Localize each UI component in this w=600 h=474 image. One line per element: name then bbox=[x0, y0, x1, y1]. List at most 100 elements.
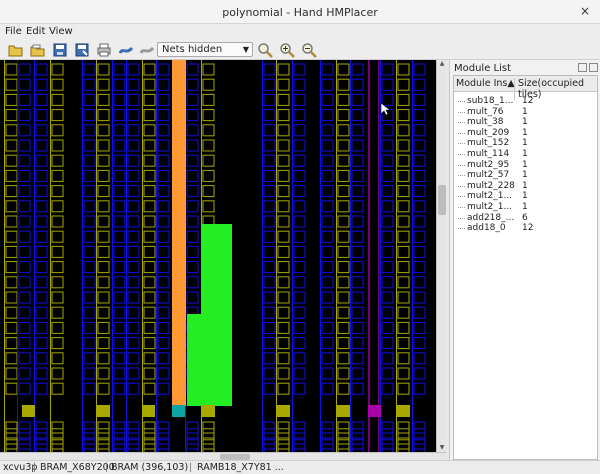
nets-select-value: Nets hidden bbox=[162, 44, 223, 55]
green-module-block bbox=[202, 224, 232, 406]
module-row[interactable]: mult2_1... 1 bbox=[454, 191, 597, 202]
menu-edit[interactable]: Edit bbox=[26, 26, 45, 37]
menu-file[interactable]: File bbox=[5, 26, 22, 37]
dsp-tile bbox=[172, 405, 185, 417]
module-row[interactable]: mult_38 1 bbox=[454, 117, 597, 128]
tree-line bbox=[458, 207, 465, 208]
chevron-down-icon: ▼ bbox=[242, 45, 249, 54]
module-table[interactable]: Module Ins▲ Size(occupied tiles) sub18_1… bbox=[453, 75, 598, 460]
vertical-scroll-thumb[interactable] bbox=[438, 185, 446, 215]
tree-line bbox=[458, 122, 465, 124]
window-title: polynomial - Hand HMPlacer bbox=[222, 6, 378, 19]
module-size: 1 bbox=[522, 127, 528, 138]
module-size: 12 bbox=[522, 223, 534, 234]
module-row[interactable]: mult_114 1 bbox=[454, 149, 597, 160]
tree-line bbox=[458, 111, 465, 113]
window-titlebar: polynomial - Hand HMPlacer × bbox=[0, 0, 600, 24]
zoom-out-icon[interactable] bbox=[301, 42, 317, 58]
float-panel-icon[interactable] bbox=[578, 63, 587, 72]
module-size: 1 bbox=[522, 106, 528, 117]
menu-view[interactable]: View bbox=[49, 26, 73, 37]
module-row[interactable]: mult2_228 1 bbox=[454, 181, 597, 192]
module-name: mult2_228 bbox=[467, 180, 515, 191]
dsp-tile bbox=[22, 405, 35, 417]
status-bar: xcvu3p | BRAM_X68Y200 | BRAM (396,103) |… bbox=[0, 460, 600, 474]
open-folder-icon[interactable] bbox=[8, 42, 24, 58]
close-icon[interactable]: × bbox=[578, 4, 592, 18]
tree-line bbox=[458, 228, 465, 230]
tree-line bbox=[458, 132, 465, 134]
module-row[interactable]: mult2_95 1 bbox=[454, 160, 597, 171]
module-row[interactable]: mult_209 1 bbox=[454, 128, 597, 139]
module-size: 1 bbox=[522, 138, 528, 149]
tree-line bbox=[458, 175, 465, 177]
tree-line bbox=[458, 154, 465, 155]
module-row[interactable]: add218_... 6 bbox=[454, 213, 597, 224]
module-row[interactable]: mult2_1... 1 bbox=[454, 202, 597, 213]
module-list-title: Module List bbox=[454, 63, 512, 74]
dsp-tile bbox=[277, 405, 290, 417]
status-separator: | bbox=[33, 462, 37, 473]
save-as-icon[interactable] bbox=[74, 42, 90, 58]
open-file-icon[interactable] bbox=[30, 42, 46, 58]
horizontal-scrollbar[interactable] bbox=[0, 452, 446, 460]
print-icon[interactable] bbox=[96, 42, 112, 58]
save-icon[interactable] bbox=[52, 42, 68, 58]
vertical-scrollbar[interactable]: ▲ ▼ bbox=[436, 60, 446, 452]
tree-line bbox=[458, 196, 465, 198]
module-name: mult2_1... bbox=[467, 202, 513, 212]
module-row[interactable]: add18_0 12 bbox=[454, 223, 597, 234]
purple-route-column bbox=[368, 60, 370, 460]
status-separator: | bbox=[105, 462, 109, 473]
module-name: mult_152 bbox=[467, 138, 510, 149]
module-size: 6 bbox=[522, 212, 528, 223]
module-size: 12 bbox=[522, 96, 534, 106]
scroll-down-icon[interactable]: ▼ bbox=[437, 444, 447, 452]
module-size: 1 bbox=[522, 170, 528, 181]
tree-line bbox=[458, 164, 465, 166]
status-site: RAMB18_X7Y81 ... bbox=[197, 462, 284, 473]
module-size: 1 bbox=[522, 149, 528, 159]
module-size: 1 bbox=[522, 202, 528, 212]
status-separator: | bbox=[189, 462, 193, 473]
module-row[interactable]: sub18_1... 12 bbox=[454, 96, 597, 107]
unroute-icon[interactable] bbox=[139, 42, 155, 58]
close-panel-icon[interactable] bbox=[589, 63, 598, 72]
scroll-up-icon[interactable]: ▲ bbox=[437, 60, 447, 68]
tree-line bbox=[458, 143, 465, 145]
column-header-module[interactable]: Module Ins▲ bbox=[456, 78, 515, 89]
green-module-block bbox=[187, 314, 203, 406]
module-row[interactable]: mult_152 1 bbox=[454, 138, 597, 149]
module-name: sub18_1... bbox=[467, 96, 514, 106]
module-name: mult2_57 bbox=[467, 170, 510, 181]
module-row[interactable]: mult2_57 1 bbox=[454, 170, 597, 181]
dsp-tile bbox=[397, 405, 410, 417]
module-name: mult_114 bbox=[467, 149, 510, 159]
dsp-tile bbox=[368, 405, 381, 417]
toolbar: Nets hidden ▼ bbox=[0, 40, 600, 60]
device-canvas[interactable] bbox=[0, 60, 446, 460]
status-tile: BRAM_X68Y200 bbox=[40, 462, 115, 473]
module-size: 1 bbox=[522, 191, 528, 202]
dsp-tile bbox=[142, 405, 155, 417]
module-table-header: Module Ins▲ Size(occupied tiles) bbox=[454, 76, 597, 100]
menu-bar: File Edit View bbox=[0, 24, 600, 40]
module-name: add18_0 bbox=[467, 223, 506, 234]
module-size: 1 bbox=[522, 159, 528, 170]
module-row[interactable]: mult_76 1 bbox=[454, 107, 597, 118]
tree-line bbox=[458, 101, 465, 102]
dsp-tile bbox=[97, 405, 110, 417]
route-icon[interactable] bbox=[118, 42, 134, 58]
fpga-fabric-view[interactable] bbox=[0, 60, 446, 460]
module-size: 1 bbox=[522, 180, 528, 191]
zoom-fit-icon[interactable] bbox=[257, 42, 273, 58]
zoom-in-icon[interactable] bbox=[279, 42, 295, 58]
nets-visibility-select[interactable]: Nets hidden ▼ bbox=[157, 42, 253, 57]
dsp-tile bbox=[202, 405, 215, 417]
module-name: mult2_1... bbox=[467, 191, 513, 202]
dsp-tile bbox=[337, 405, 350, 417]
module-list-panel: Module List Module Ins▲ Size(occupied ti… bbox=[449, 60, 600, 460]
tree-line bbox=[458, 217, 465, 219]
status-coord: BRAM (396,103) bbox=[111, 462, 189, 473]
orange-module-block bbox=[172, 60, 186, 406]
